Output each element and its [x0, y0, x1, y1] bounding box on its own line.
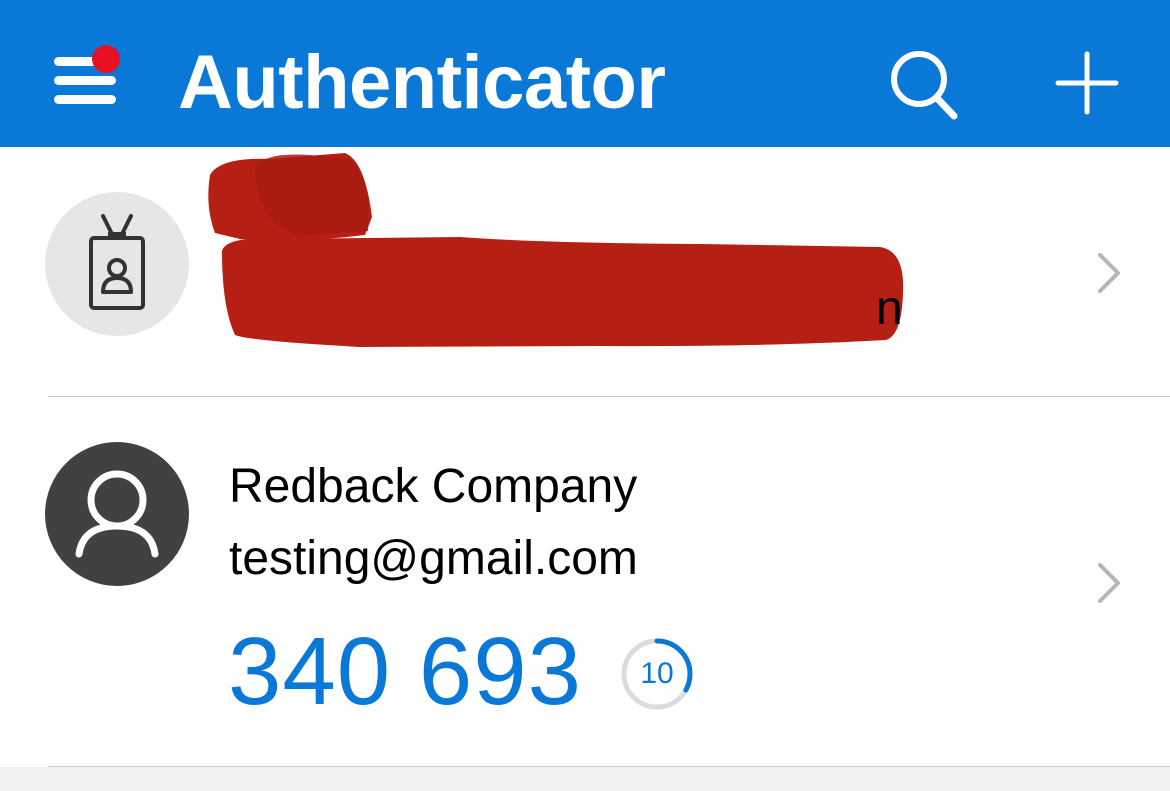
plus-icon: [1055, 51, 1119, 115]
menu-button[interactable]: [40, 35, 130, 125]
timer-seconds: 10: [640, 657, 674, 690]
add-account-button[interactable]: [1044, 40, 1130, 126]
app-title: Authenticator: [178, 40, 666, 125]
search-icon: [891, 51, 958, 120]
account-row[interactable]: n: [0, 147, 1170, 397]
chevron-right-icon[interactable]: [1094, 561, 1124, 605]
account-avatar: [45, 192, 189, 336]
notification-dot: [92, 45, 120, 73]
account-email: testing@gmail.com: [229, 532, 638, 585]
person-icon: [75, 470, 159, 558]
otp-code[interactable]: 340 693: [228, 617, 582, 727]
redacted-text-tail: n: [876, 282, 903, 335]
account-avatar: [45, 442, 189, 586]
badge-icon: [89, 214, 145, 310]
app-header: Authenticator: [0, 0, 1170, 147]
account-row[interactable]: Redback Company testing@gmail.com 340 69…: [0, 397, 1170, 767]
otp-timer: 10: [620, 637, 694, 711]
account-name: Redback Company: [229, 460, 638, 513]
search-button[interactable]: [882, 44, 966, 128]
chevron-right-icon[interactable]: [1094, 251, 1124, 295]
row-divider: [48, 766, 1170, 767]
account-list: n Redback Company testing@gmail.com 340 …: [0, 147, 1170, 767]
